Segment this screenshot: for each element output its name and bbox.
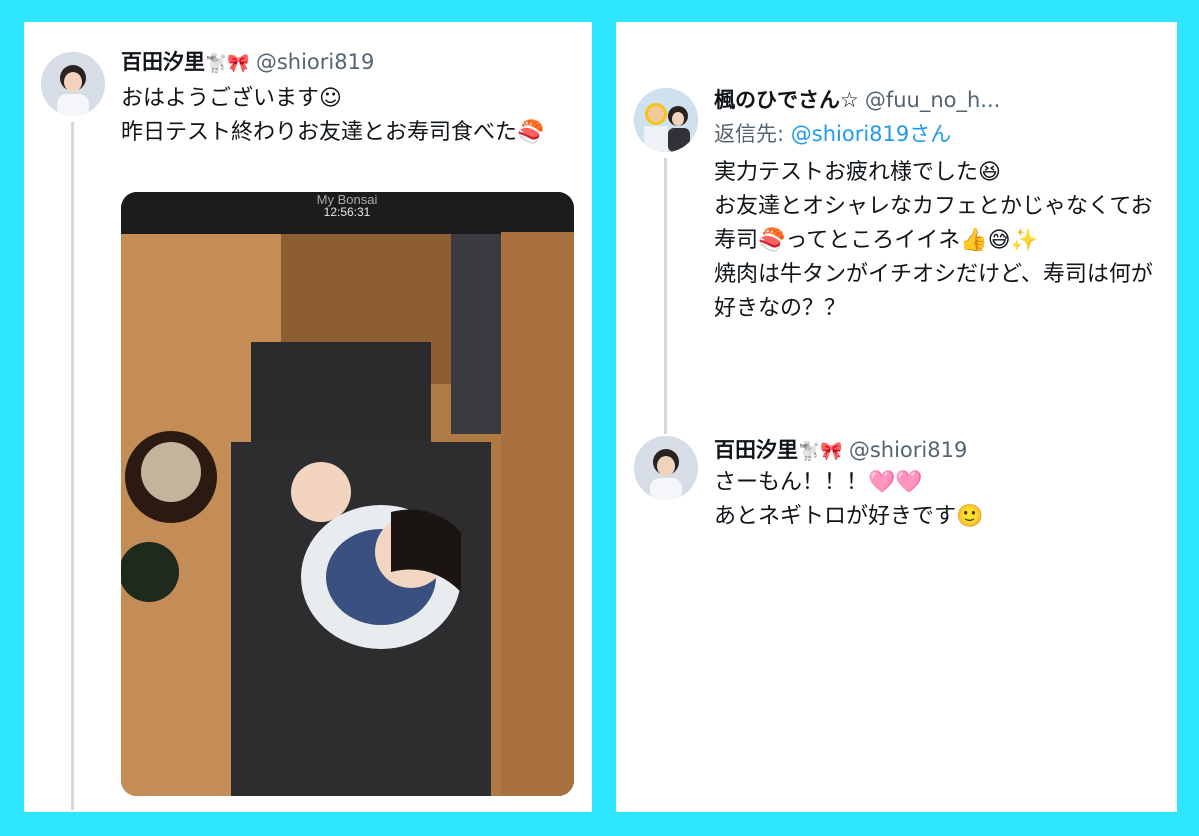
tweet-header: 百田汐里🐩🎀 @shiori819 xyxy=(714,436,967,466)
tweet-text: さーもん！！！🩷🩷 あとネギトロが好きです🙂 xyxy=(714,470,984,529)
reply-to-line: 返信先: @shiori819さん xyxy=(714,120,951,148)
handle[interactable]: @fuu_no_h... xyxy=(865,88,1001,112)
avatar[interactable] xyxy=(41,52,105,116)
thread-line xyxy=(664,158,667,434)
thread-line xyxy=(71,122,74,810)
tweet-text: おはようございます☺ 昨日テスト終わりお友達とお寿司食べた🍣 xyxy=(121,86,545,145)
left-tweet-panel: 百田汐里🐩🎀 @shiori819 おはようございます☺ 昨日テスト終わりお友達と… xyxy=(24,22,592,812)
tweet-header: 楓のひでさん☆ @fuu_no_h... xyxy=(714,86,1000,114)
name-emoji: 🐩🎀 xyxy=(205,53,250,74)
avatar[interactable] xyxy=(634,88,698,152)
display-name[interactable]: 百田汐里 xyxy=(714,438,798,462)
right-tweet-panel: 楓のひでさん☆ @fuu_no_h... 返信先: @shiori819さん 実力… xyxy=(616,22,1177,812)
photo-overlay-time: 12:56:31 xyxy=(324,205,371,219)
tweet-header: 百田汐里🐩🎀 @shiori819 xyxy=(121,48,374,78)
tweet-photo[interactable]: My Bonsai 12:56:31 xyxy=(121,192,574,796)
tweet-text: 実力テストお疲れ様でした😆 お友達とオシャレなカフェとかじゃなくてお寿司🍣ってと… xyxy=(714,160,1153,321)
name-emoji: 🐩🎀 xyxy=(798,441,843,462)
reply-mention[interactable]: @shiori819さん xyxy=(791,122,951,146)
avatar[interactable] xyxy=(634,436,698,500)
handle[interactable]: @shiori819 xyxy=(256,50,374,74)
display-name[interactable]: 楓のひでさん☆ xyxy=(714,88,859,112)
reply-prefix: 返信先: xyxy=(714,122,791,146)
display-name[interactable]: 百田汐里 xyxy=(121,50,205,74)
handle[interactable]: @shiori819 xyxy=(849,438,967,462)
